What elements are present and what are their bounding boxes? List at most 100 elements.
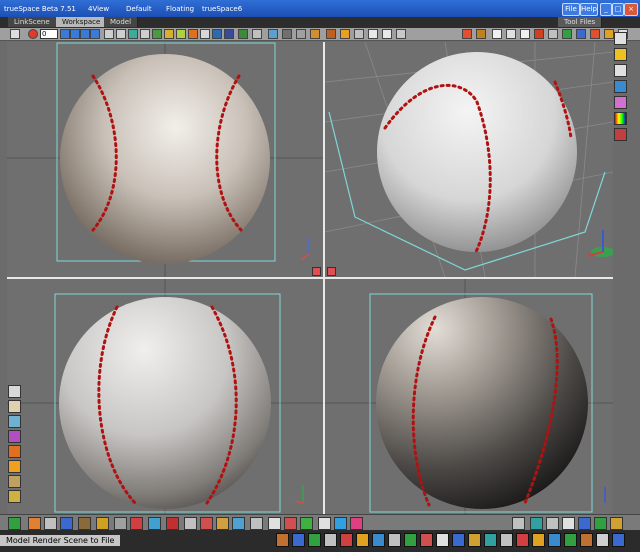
move-icon[interactable] xyxy=(116,29,126,39)
cage-icon[interactable] xyxy=(562,517,575,530)
shield-icon[interactable] xyxy=(78,517,91,530)
eye-icon[interactable] xyxy=(10,29,20,39)
quad-view-icon[interactable] xyxy=(520,29,530,39)
status-tool-icon[interactable] xyxy=(548,533,561,547)
status-tool-icon[interactable] xyxy=(356,533,369,547)
status-tool-icon[interactable] xyxy=(484,533,497,547)
status-tool-icon[interactable] xyxy=(324,533,337,547)
badge-icon[interactable] xyxy=(334,517,347,530)
camera-icon[interactable] xyxy=(200,29,210,39)
ms-icon[interactable] xyxy=(318,517,331,530)
heart-icon[interactable] xyxy=(166,517,179,530)
paint-icon[interactable] xyxy=(164,29,174,39)
view-icon[interactable] xyxy=(268,29,278,39)
axis-icon[interactable] xyxy=(534,29,544,39)
deform-icon[interactable] xyxy=(284,517,297,530)
torus-icon[interactable] xyxy=(200,517,213,530)
grass-icon[interactable] xyxy=(8,517,21,530)
light-icon[interactable] xyxy=(212,29,222,39)
render-icon[interactable] xyxy=(252,29,262,39)
scale-icon[interactable] xyxy=(140,29,150,39)
green-cube-icon[interactable] xyxy=(594,517,607,530)
texture-icon[interactable] xyxy=(614,128,627,141)
status-tool-icon[interactable] xyxy=(580,533,593,547)
tab-linkscene[interactable]: LinkScene xyxy=(8,17,57,27)
file-menu-button[interactable]: File xyxy=(562,3,580,16)
flame-icon[interactable] xyxy=(8,445,21,458)
layout-tab-default[interactable]: Default xyxy=(126,5,152,13)
status-tool-icon[interactable] xyxy=(468,533,481,547)
hand-tool-icon[interactable] xyxy=(546,517,559,530)
blue-cube-icon[interactable] xyxy=(578,517,591,530)
teal-tool-icon[interactable] xyxy=(148,517,161,530)
up-arrow-icon[interactable] xyxy=(368,29,378,39)
layout-icon[interactable] xyxy=(506,29,516,39)
rewind-button[interactable] xyxy=(60,29,70,39)
undo-icon[interactable] xyxy=(354,29,364,39)
play-button[interactable] xyxy=(80,29,90,39)
plane-icon[interactable] xyxy=(232,517,245,530)
sun-icon[interactable] xyxy=(340,29,350,39)
rotate-icon[interactable] xyxy=(128,29,138,39)
step-back-button[interactable] xyxy=(70,29,80,39)
status-tool-icon[interactable] xyxy=(308,533,321,547)
brush-icon[interactable] xyxy=(296,29,306,39)
y-axis-icon[interactable] xyxy=(576,29,586,39)
status-tool-icon[interactable] xyxy=(500,533,513,547)
cone-prim-icon[interactable] xyxy=(216,517,229,530)
blue-tool-icon[interactable] xyxy=(60,517,73,530)
tab-workspace[interactable]: Workspace xyxy=(56,17,108,27)
hat-icon[interactable] xyxy=(282,29,292,39)
view-cube-icon[interactable] xyxy=(614,32,627,45)
check-icon[interactable] xyxy=(562,29,572,39)
layout-tab-4view[interactable]: 4View xyxy=(88,5,109,13)
primitive-icon[interactable] xyxy=(188,29,198,39)
status-tool-icon[interactable] xyxy=(596,533,609,547)
lathe-icon[interactable] xyxy=(176,29,186,39)
select-icon[interactable] xyxy=(104,29,114,39)
status-tool-icon[interactable] xyxy=(452,533,465,547)
lasso-icon[interactable] xyxy=(8,400,21,413)
pen-icon[interactable] xyxy=(44,517,57,530)
gold-icon[interactable] xyxy=(96,517,109,530)
world-icon[interactable] xyxy=(548,29,558,39)
viewport-toggle-icon[interactable] xyxy=(312,267,321,276)
magnet-icon[interactable] xyxy=(8,415,21,428)
layout-tab-truespace6[interactable]: trueSpace6 xyxy=(202,5,242,13)
status-tool-icon[interactable] xyxy=(436,533,449,547)
palette-icon[interactable] xyxy=(614,112,627,125)
close-button[interactable]: × xyxy=(624,3,638,16)
grid-icon[interactable] xyxy=(492,29,502,39)
yellow-tool-icon[interactable] xyxy=(610,517,623,530)
status-tool-icon[interactable] xyxy=(516,533,529,547)
color-icon[interactable] xyxy=(614,96,627,109)
redo-icon[interactable] xyxy=(396,29,406,39)
frame-field[interactable]: 0 xyxy=(40,29,58,39)
globe-icon[interactable] xyxy=(614,80,627,93)
box-icon[interactable] xyxy=(476,29,486,39)
sphere-icon[interactable] xyxy=(326,29,336,39)
layout-tab-floating[interactable]: Floating xyxy=(166,5,194,13)
maximize-button[interactable]: □ xyxy=(612,3,624,16)
tab-model[interactable]: Model xyxy=(104,17,139,27)
help-menu-button[interactable]: Help xyxy=(580,3,598,16)
wand-icon[interactable] xyxy=(310,29,320,39)
status-tool-icon[interactable] xyxy=(276,533,289,547)
status-tool-icon[interactable] xyxy=(388,533,401,547)
teal-cube-icon[interactable] xyxy=(530,517,543,530)
tool-files-tab[interactable]: Tool Files xyxy=(558,17,603,27)
pink-tool-icon[interactable] xyxy=(350,517,363,530)
star-icon[interactable] xyxy=(8,460,21,473)
orange-sphere-icon[interactable] xyxy=(28,517,41,530)
front-viewport[interactable] xyxy=(7,42,323,277)
object-icon[interactable] xyxy=(152,29,162,39)
key-icon[interactable] xyxy=(8,490,21,503)
sun-light-icon[interactable] xyxy=(614,48,627,61)
status-tool-icon[interactable] xyxy=(564,533,577,547)
cut-icon[interactable] xyxy=(462,29,472,39)
status-tool-icon[interactable] xyxy=(532,533,545,547)
x-axis-icon[interactable] xyxy=(590,29,600,39)
cube-icon[interactable] xyxy=(250,517,263,530)
status-tool-icon[interactable] xyxy=(404,533,417,547)
navigate-icon[interactable] xyxy=(8,385,21,398)
